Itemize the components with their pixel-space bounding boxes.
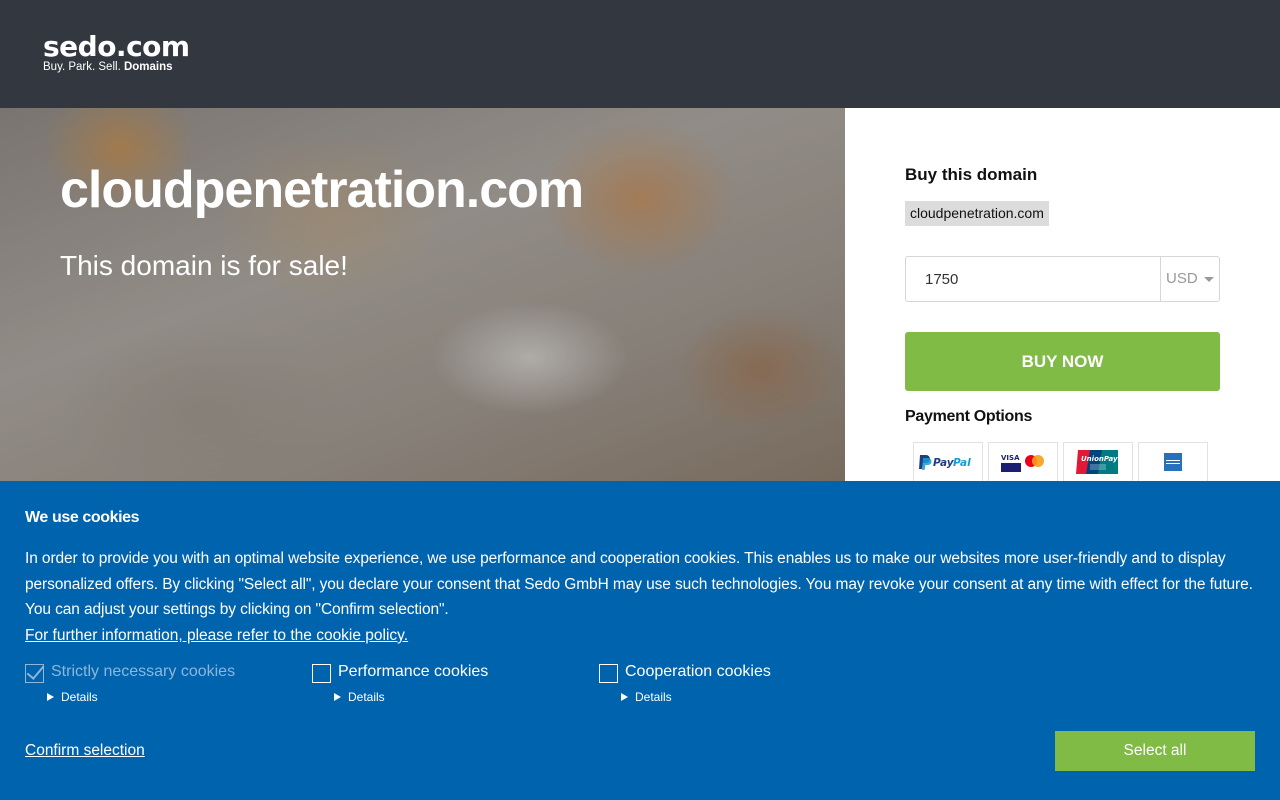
- unionpay-icon: UnionPay: [1063, 442, 1133, 482]
- hero-domain-title: cloudpenetration.com: [60, 161, 584, 219]
- logo-wordmark: sedo.com: [43, 30, 190, 63]
- details-label: Details: [61, 690, 98, 704]
- cooperation-details-toggle[interactable]: Details: [621, 690, 672, 704]
- cookie-text: In order to provide you with an optimal …: [25, 550, 1253, 618]
- chevron-down-icon: [1204, 277, 1214, 282]
- amex-icon: [1138, 442, 1208, 482]
- triangle-right-icon: [47, 693, 54, 701]
- cooperation-checkbox[interactable]: [599, 664, 618, 683]
- price-input[interactable]: [906, 257, 1160, 301]
- performance-checkbox[interactable]: [312, 664, 331, 683]
- necessary-checkbox[interactable]: [25, 664, 44, 683]
- cookie-banner: We use cookies In order to provide you w…: [0, 481, 1280, 800]
- logo-tagline: Buy. Park. Sell. Domains: [43, 61, 190, 73]
- buy-panel: Buy this domain cloudpenetration.com USD…: [845, 108, 1280, 482]
- buy-panel-title: Buy this domain: [905, 165, 1038, 184]
- svg-text:Pal: Pal: [953, 457, 971, 469]
- svg-text:UnionPay: UnionPay: [1081, 455, 1118, 463]
- svg-text:VISA: VISA: [1001, 454, 1020, 462]
- performance-label: Performance cookies: [338, 663, 489, 680]
- buy-now-button[interactable]: BUY NOW: [905, 332, 1220, 391]
- performance-details-toggle[interactable]: Details: [334, 690, 385, 704]
- site-header: sedo.com Buy. Park. Sell. Domains: [0, 0, 1280, 108]
- hero-banner: cloudpenetration.com This domain is for …: [0, 108, 845, 481]
- sedo-logo[interactable]: sedo.com Buy. Park. Sell. Domains: [43, 30, 190, 74]
- details-label: Details: [635, 690, 672, 704]
- payment-options-title: Payment Options: [905, 408, 1033, 425]
- necessary-label: Strictly necessary cookies: [51, 663, 236, 680]
- triangle-right-icon: [621, 693, 628, 701]
- currency-select[interactable]: USD: [1160, 257, 1219, 301]
- visa-mastercard-icon: VISA: [988, 442, 1058, 482]
- paypal-icon: Pay Pal: [913, 442, 983, 482]
- svg-text:Pay: Pay: [933, 457, 955, 469]
- payment-logos: Pay Pal VISA UnionPay: [913, 442, 1208, 482]
- logo-tagline-plain: Buy. Park. Sell.: [43, 61, 121, 73]
- select-all-button[interactable]: Select all: [1055, 731, 1255, 771]
- cooperation-label: Cooperation cookies: [625, 663, 771, 680]
- logo-tagline-bold: Domains: [123, 61, 173, 73]
- triangle-right-icon: [334, 693, 341, 701]
- necessary-details-toggle[interactable]: Details: [47, 690, 98, 704]
- cookie-title: We use cookies: [25, 509, 140, 526]
- hero-subtitle: This domain is for sale!: [60, 250, 348, 281]
- price-field: USD: [905, 256, 1220, 302]
- currency-value: USD: [1166, 270, 1198, 287]
- details-label: Details: [348, 690, 385, 704]
- confirm-selection-link[interactable]: Confirm selection: [25, 742, 145, 760]
- domain-chip: cloudpenetration.com: [905, 201, 1049, 226]
- cookie-policy-link[interactable]: For further information, please refer to…: [25, 623, 408, 648]
